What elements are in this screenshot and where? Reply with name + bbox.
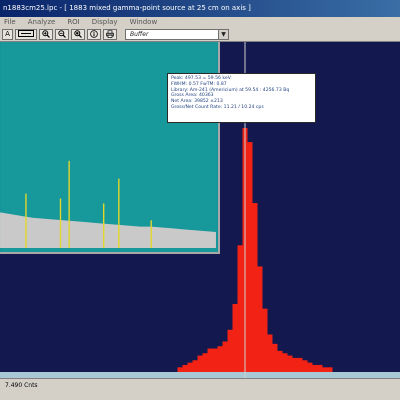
menu-analyze[interactable]: Analyze	[28, 17, 56, 28]
peak-bar	[202, 353, 208, 372]
info-button[interactable]	[87, 29, 101, 40]
peak-bar	[192, 360, 198, 372]
peak-bar	[312, 364, 318, 372]
peak-bar	[282, 353, 288, 372]
peak-bar	[232, 303, 238, 372]
status-bar: 7.490 Cnts	[0, 378, 400, 400]
menu-bar: File Analyze ROI Display Window	[0, 17, 400, 28]
peak-bar	[297, 357, 303, 372]
peak-bar	[262, 308, 268, 372]
peak-bar	[217, 346, 223, 372]
menu-file[interactable]: File	[4, 17, 16, 28]
peak-bar	[317, 364, 323, 372]
peak-bar	[272, 343, 278, 372]
zoom-fit-icon	[74, 30, 82, 38]
zoom-out-icon	[58, 30, 66, 38]
peak-bar	[187, 362, 193, 372]
peak-bar	[322, 367, 328, 372]
peak-bar	[227, 329, 233, 372]
text-a-button[interactable]: A	[2, 29, 13, 40]
peak-bar	[287, 355, 293, 372]
peak-bar	[177, 367, 183, 372]
menu-window[interactable]: Window	[130, 17, 158, 28]
peak-bar	[302, 360, 308, 372]
spectrum-view-icon	[18, 30, 34, 37]
status-text: 7.490 Cnts	[5, 382, 38, 389]
window-title-bar[interactable]: n1883cm25.lpc - [ 1883 mixed gamma-point…	[0, 0, 400, 17]
peak-bar	[212, 348, 218, 372]
peak-bar	[197, 355, 203, 372]
tooltip-count-rate: Gross/Net Count Rate: 11.21 / 10.24 cps	[171, 104, 264, 110]
buffer-select-value: Buffer	[130, 31, 149, 38]
zoom-fit-button[interactable]	[71, 29, 85, 40]
peak-bar	[257, 266, 263, 372]
chevron-down-icon[interactable]: ▼	[218, 30, 228, 39]
peak-bar	[252, 203, 258, 372]
peak-info-tooltip: Peak: 497.53 = 59.56 keV FWHM: 0.57 FwTM…	[167, 73, 316, 123]
peak-bar	[267, 334, 273, 372]
spectrum-view-button[interactable]	[15, 29, 37, 40]
peak-bar	[292, 357, 298, 372]
menu-roi[interactable]: ROI	[67, 17, 79, 28]
peak-bar	[207, 348, 213, 372]
zoom-in-button[interactable]	[39, 29, 53, 40]
menu-display[interactable]: Display	[92, 17, 118, 28]
peak-bar	[277, 350, 283, 372]
text-a-icon: A	[5, 30, 10, 38]
peak-bar	[237, 245, 243, 372]
toolbar: A Buffer ▼	[0, 28, 400, 42]
buffer-select[interactable]: Buffer ▼	[125, 29, 229, 40]
info-icon	[90, 30, 98, 38]
window-title: n1883cm25.lpc - [ 1883 mixed gamma-point…	[3, 4, 251, 12]
peak-bar	[327, 367, 333, 372]
peak-bar	[222, 341, 228, 372]
peak-bar	[182, 364, 188, 372]
zoom-out-button[interactable]	[55, 29, 69, 40]
print-button[interactable]	[103, 29, 117, 40]
zoom-in-icon	[42, 30, 50, 38]
peak-bar	[307, 362, 313, 372]
peak-bar	[247, 142, 253, 372]
print-icon	[106, 30, 114, 38]
